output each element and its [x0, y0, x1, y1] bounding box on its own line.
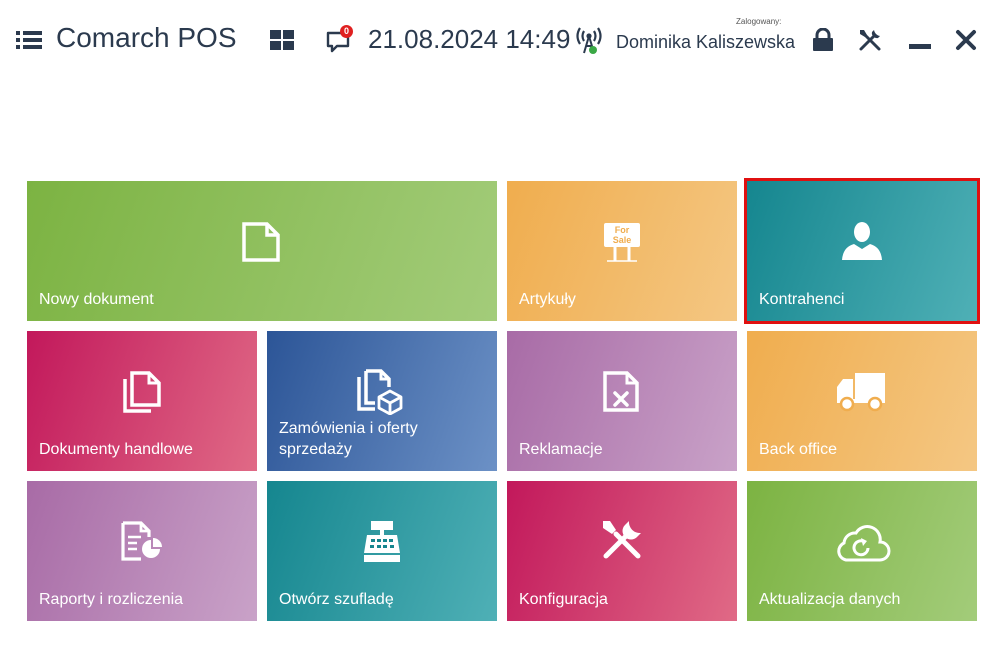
tile-new-document[interactable]: Nowy dokument — [27, 181, 497, 321]
tile-label: Aktualizacja danych — [759, 591, 901, 608]
tools-icon[interactable] — [858, 28, 882, 52]
order-documents-icon — [357, 369, 403, 415]
svg-text:For: For — [615, 225, 630, 235]
complaint-icon — [603, 371, 639, 412]
cloud-refresh-icon — [837, 525, 891, 562]
user-name: Dominika Kaliszewska — [616, 32, 796, 52]
tools-config-icon — [603, 521, 641, 559]
logged-in-label: Zalogowany: — [736, 17, 782, 26]
tile-orders-offers[interactable]: Zamówienia i oferty sprzedaży — [267, 331, 497, 471]
tile-open-drawer[interactable]: Otwórz szufladę — [267, 481, 497, 621]
date-time: 21.08.2024 14:49 — [368, 24, 571, 54]
truck-icon — [837, 373, 885, 412]
tile-articles[interactable]: For Sale Artykuły — [507, 181, 737, 321]
tile-label: Kontrahenci — [759, 291, 845, 308]
tile-back-office[interactable]: Back office — [747, 331, 977, 471]
tile-label: Nowy dokument — [39, 291, 154, 308]
tile-contractors[interactable]: Kontrahenci — [744, 178, 980, 324]
tile-configuration[interactable]: Konfiguracja — [507, 481, 737, 621]
tile-trade-documents[interactable]: Dokumenty handlowe — [27, 331, 257, 471]
tile-label: Otwórz szufladę — [279, 591, 394, 608]
tile-label: Zamówienia i oferty sprzedaży — [279, 420, 418, 458]
documents-icon — [123, 371, 161, 413]
tile-label: Artykuły — [519, 291, 576, 308]
tile-data-update[interactable]: Aktualizacja danych — [747, 481, 977, 621]
new-document-icon — [242, 222, 280, 262]
app-title: Comarch POS — [56, 22, 237, 53]
tile-label: Dokumenty handlowe — [39, 441, 193, 458]
for-sale-icon: For Sale — [604, 223, 640, 262]
tile-label: Reklamacje — [519, 441, 603, 458]
menu-icon[interactable] — [16, 30, 42, 50]
tiles-icon[interactable] — [270, 30, 294, 50]
minimize-icon[interactable] — [909, 44, 931, 49]
tile-label: Raporty i rozliczenia — [39, 591, 184, 608]
person-icon — [842, 222, 882, 260]
top-bar: Comarch POS 0 21.08.2024 14:49 Zalogowan… — [0, 0, 982, 80]
tile-label: Konfiguracja — [519, 591, 608, 608]
lock-icon[interactable] — [812, 28, 834, 52]
notification-badge: 0 — [340, 25, 353, 38]
svg-text:Sale: Sale — [613, 235, 632, 245]
connection-icon — [576, 27, 602, 54]
report-icon — [121, 521, 162, 561]
close-icon[interactable] — [955, 29, 977, 51]
tile-label: Back office — [759, 441, 837, 458]
tile-complaints[interactable]: Reklamacje — [507, 331, 737, 471]
cash-register-icon — [364, 521, 400, 562]
tile-reports[interactable]: Raporty i rozliczenia — [27, 481, 257, 621]
